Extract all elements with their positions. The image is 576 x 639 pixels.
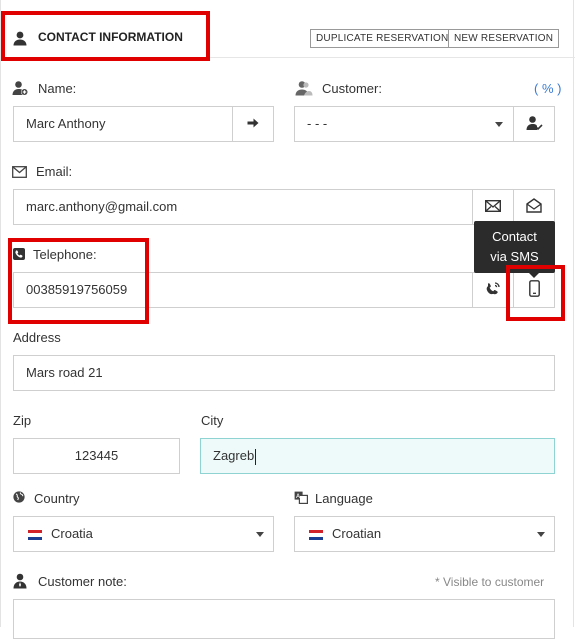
chevron-down-icon — [495, 122, 503, 127]
customer-percent-link[interactable]: ( % ) — [534, 81, 561, 96]
customer-select[interactable]: - - - — [294, 106, 515, 142]
tooltip-line-1: Contact — [492, 229, 537, 244]
city-label: City — [201, 413, 224, 428]
customer-selected-value: - - - — [307, 116, 328, 131]
address-label: Address — [13, 330, 61, 345]
address-input[interactable]: Mars road 21 — [13, 355, 555, 391]
customer-note-textarea[interactable] — [13, 599, 555, 639]
language-label: Language — [315, 491, 373, 506]
croatia-flag-icon — [309, 530, 323, 540]
user-add-icon — [12, 80, 28, 96]
user-check-icon — [526, 115, 543, 134]
chevron-down-icon — [537, 532, 545, 537]
visible-to-customer-hint: * Visible to customer — [435, 575, 545, 589]
name-label: Name: — [38, 81, 77, 96]
contact-panel: CONTACT INFORMATION DUPLICATE RESERVATIO… — [0, 0, 575, 639]
tooltip-line-2: via SMS — [490, 249, 539, 264]
city-input[interactable]: Zagreb — [200, 438, 555, 474]
chevron-down-icon — [256, 532, 264, 537]
language-selected-value: Croatian — [332, 526, 382, 541]
email-label: Email: — [36, 164, 73, 179]
city-value: Zagreb — [213, 448, 255, 463]
select-customer-button[interactable] — [513, 106, 555, 142]
send-email-button[interactable] — [472, 189, 514, 225]
new-reservation-button[interactable]: NEW RESERVATION — [448, 29, 560, 48]
highlight-contact-information — [1, 11, 210, 61]
envelope-icon — [12, 166, 28, 182]
email-history-button[interactable] — [513, 189, 555, 225]
country-label: Country — [34, 491, 80, 506]
language-icon: A — [294, 491, 310, 507]
email-input[interactable]: marc.anthony@gmail.com — [13, 189, 473, 225]
country-select[interactable]: Croatia — [13, 516, 274, 552]
globe-icon — [13, 491, 29, 507]
zip-label: Zip — [13, 413, 32, 428]
name-input[interactable]: Marc Anthony — [13, 106, 233, 142]
highlight-sms-button — [506, 265, 565, 321]
phone-call-icon — [485, 281, 501, 300]
text-cursor — [255, 448, 257, 465]
envelope-open-icon — [526, 198, 542, 216]
arrow-right-icon — [247, 117, 259, 132]
language-select[interactable]: Croatian — [294, 516, 555, 552]
country-selected-value: Croatia — [51, 526, 93, 541]
customer-note-label: Customer note: — [38, 574, 127, 589]
customer-icon — [295, 80, 313, 96]
note-user-icon — [13, 573, 29, 589]
envelope-icon — [484, 199, 502, 215]
customer-label: Customer: — [322, 81, 382, 96]
copy-name-button[interactable] — [232, 106, 274, 142]
highlight-telephone — [8, 238, 149, 324]
croatia-flag-icon — [28, 530, 42, 540]
zip-input[interactable]: 123445 — [13, 438, 180, 474]
duplicate-reservation-button[interactable]: DUPLICATE RESERVATION — [310, 29, 455, 48]
